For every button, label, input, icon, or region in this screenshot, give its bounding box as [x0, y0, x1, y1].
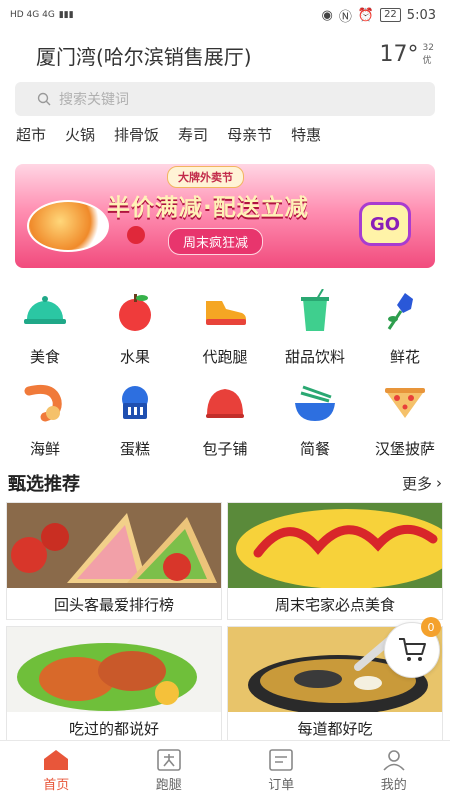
category-label: 汉堡披萨	[374, 440, 435, 458]
category-label: 水果	[119, 348, 150, 366]
cupcake-icon	[112, 380, 158, 426]
pizza-icon	[382, 380, 428, 426]
errand-icon	[156, 748, 181, 771]
bowl-icon	[292, 380, 338, 426]
network-indicators: HD 4G 4G ▮▮▮	[10, 10, 74, 20]
category-seafood[interactable]: 海鲜	[0, 380, 90, 472]
cart-icon	[399, 638, 426, 661]
category-simple-meal[interactable]: 简餐	[270, 380, 360, 472]
network-text: HD 4G 4G	[10, 10, 55, 20]
quick-tag[interactable]: 特惠	[291, 124, 321, 150]
clock: 5:03	[406, 7, 436, 23]
category-label: 海鲜	[29, 440, 60, 458]
tab-label: 首页	[43, 777, 70, 793]
category-label: 代跑腿	[202, 348, 248, 366]
promo-banner[interactable]: 大牌外卖节 半价满减·配送立减 周末疯狂减 GO	[15, 164, 435, 268]
quick-tag[interactable]: 火锅	[65, 124, 95, 150]
more-link[interactable]: 更多 ›	[402, 473, 442, 494]
category-label: 包子铺	[202, 440, 248, 458]
chevron-right-icon: ›	[436, 474, 442, 492]
signal-icon: ▮▮▮	[58, 10, 74, 20]
more-label: 更多	[401, 474, 432, 493]
battery-level: 22	[380, 8, 401, 22]
tab-errand[interactable]: 跑腿	[113, 741, 226, 800]
user-icon	[383, 749, 405, 771]
shoe-icon	[202, 288, 248, 334]
omelette-rice-image	[228, 503, 442, 588]
strawberry-image	[127, 226, 145, 244]
tab-label: 订单	[268, 777, 295, 793]
featured-header: 甄选推荐 更多 ›	[0, 468, 450, 498]
category-label: 鲜花	[389, 348, 420, 366]
search-placeholder: 搜索关键词	[59, 92, 129, 108]
header: 厦门湾(哈尔滨销售展厅) 17° 32 优	[0, 30, 450, 80]
category-buns[interactable]: 包子铺	[180, 380, 270, 472]
featured-card[interactable]: 回头客最爱排行榜	[6, 502, 222, 620]
tab-home[interactable]: 首页	[0, 741, 113, 800]
category-flowers[interactable]: 鲜花	[360, 288, 450, 380]
alarm-icon: ⏰	[357, 7, 375, 23]
section-title: 甄选推荐	[8, 474, 80, 495]
category-dessert-drinks[interactable]: 甜品饮料	[270, 288, 360, 380]
status-bar: HD 4G 4G ▮▮▮ ◉ Ⓝ ⏰ 22 5:03	[0, 0, 450, 30]
sandwich-image	[7, 503, 221, 588]
tab-label: 跑腿	[155, 777, 182, 793]
tab-label: 我的	[380, 777, 407, 793]
nfc-icon: Ⓝ	[338, 9, 352, 25]
shrimp-icon	[22, 380, 68, 426]
go-button[interactable]: GO	[359, 202, 411, 246]
banner-headline: 半价满减·配送立减	[107, 195, 309, 221]
category-label: 蛋糕	[119, 440, 150, 458]
quick-tag[interactable]: 寿司	[178, 124, 208, 150]
card-label: 回头客最爱排行榜	[53, 595, 174, 614]
quick-tags: 超市 火锅 排骨饭 寿司 母亲节 特惠	[0, 116, 450, 150]
category-label: 甜品饮料	[284, 348, 345, 366]
category-grid: 美食 水果 代跑腿 甜品饮料 鲜花 海鲜 蛋糕 包子铺 简餐 汉堡披萨	[0, 268, 450, 472]
quick-tag[interactable]: 超市	[16, 124, 46, 150]
card-label: 周末宅家必点美食	[274, 595, 395, 614]
category-errand[interactable]: 代跑腿	[180, 288, 270, 380]
bun-icon	[202, 380, 248, 426]
grilled-chicken-image	[7, 627, 221, 712]
orders-icon	[269, 748, 294, 771]
drink-icon	[292, 288, 338, 334]
featured-cards: 回头客最爱排行榜 周末宅家必点美食 吃过的都说好 每道都好吃	[0, 498, 450, 744]
flower-icon	[382, 288, 428, 334]
cloche-icon	[22, 288, 68, 334]
tab-orders[interactable]: 订单	[225, 741, 338, 800]
category-label: 美食	[29, 348, 60, 366]
category-burger-pizza[interactable]: 汉堡披萨	[360, 380, 450, 472]
category-fruit[interactable]: 水果	[90, 288, 180, 380]
cart-badge: 0	[421, 617, 441, 637]
weather-widget: 17° 32 优	[380, 42, 434, 68]
home-icon	[44, 749, 69, 770]
category-food[interactable]: 美食	[0, 288, 90, 380]
aqi-value: 32	[422, 43, 434, 53]
cart-button[interactable]: 0	[384, 617, 441, 678]
quick-tag[interactable]: 母亲节	[227, 124, 272, 150]
category-label: 简餐	[299, 440, 330, 458]
bottom-tab-bar: 首页 跑腿 订单 我的	[0, 740, 450, 800]
featured-card[interactable]: 吃过的都说好	[6, 626, 222, 744]
food-plate-image	[27, 200, 109, 252]
featured-card[interactable]: 周末宅家必点美食	[227, 502, 443, 620]
quick-tag[interactable]: 排骨饭	[114, 124, 159, 150]
air-quality: 32 优	[423, 42, 434, 68]
banner-tag: 大牌外卖节	[167, 166, 244, 188]
tab-profile[interactable]: 我的	[338, 741, 450, 800]
search-input[interactable]: 搜索关键词	[15, 82, 435, 116]
location-selector[interactable]: 厦门湾(哈尔滨销售展厅)	[36, 41, 252, 70]
temperature: 17°	[379, 42, 419, 67]
search-icon	[37, 92, 51, 106]
category-cake[interactable]: 蛋糕	[90, 380, 180, 472]
aqi-label: 优	[422, 56, 432, 66]
eye-icon: ◉	[321, 7, 333, 23]
apple-icon	[112, 288, 158, 334]
banner-subline: 周末疯狂减	[168, 228, 264, 255]
